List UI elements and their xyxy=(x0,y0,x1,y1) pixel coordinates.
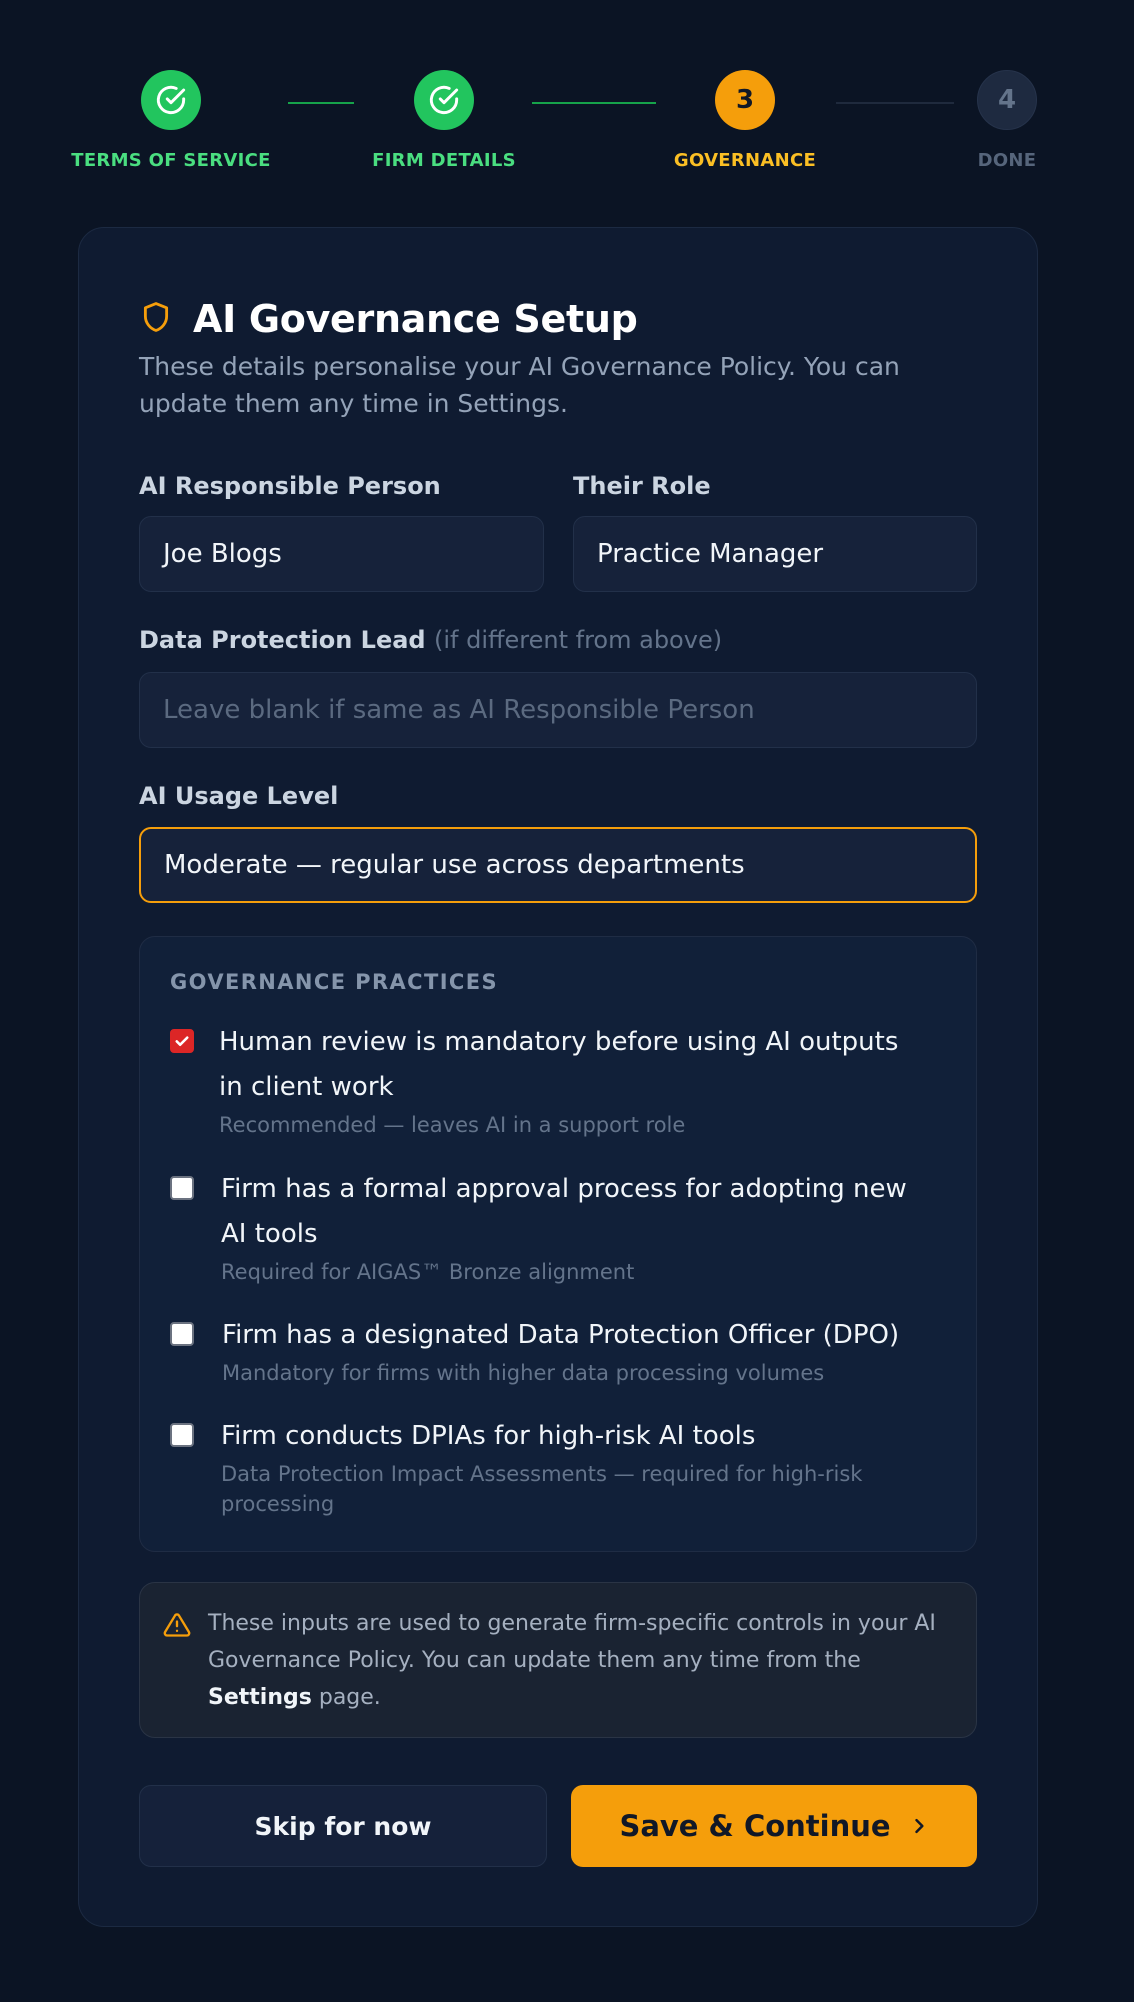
practice-hint: Recommended — leaves AI in a support rol… xyxy=(219,1113,686,1137)
step-governance: 3 GOVERNANCE xyxy=(625,70,865,171)
practice-hint: Data Protection Impact Assessments — req… xyxy=(221,1462,863,1516)
step-label: DONE xyxy=(977,150,1037,171)
practice-hint: Mandatory for firms with higher data pro… xyxy=(222,1361,825,1385)
card-header: AI Governance Setup xyxy=(139,294,977,344)
practice-hint: Required for AIGAS™ Bronze alignment xyxy=(221,1260,635,1284)
step-label: GOVERNANCE xyxy=(673,150,817,171)
save-continue-label: Save & Continue xyxy=(619,1809,891,1843)
progress-stepper: TERMS OF SERVICE FIRM DETAILS 3 GOVERNAN… xyxy=(0,0,1134,180)
practice-approval-process: Firm has a formal approval process for a… xyxy=(170,1167,930,1287)
settings-link: Settings xyxy=(208,1685,312,1710)
practice-checkbox[interactable] xyxy=(170,1176,194,1200)
practice-human-review: Human review is mandatory before using A… xyxy=(170,1020,930,1140)
practice-checkbox[interactable] xyxy=(170,1423,194,1447)
info-note: These inputs are used to generate firm-s… xyxy=(139,1582,977,1738)
step-number: 4 xyxy=(977,70,1037,130)
practice-dpia: Firm conducts DPIAs for high-risk AI too… xyxy=(170,1414,930,1519)
practice-text: Firm has a formal approval process for a… xyxy=(221,1174,907,1249)
step-terms-of-service: TERMS OF SERVICE xyxy=(51,70,291,171)
label-hint: (if different from above) xyxy=(433,626,723,654)
practice-text: Human review is mandatory before using A… xyxy=(219,1027,899,1102)
step-label: TERMS OF SERVICE xyxy=(71,150,271,171)
data-protection-lead-input[interactable]: Leave blank if same as AI Responsible Pe… xyxy=(139,672,977,748)
governance-practices-section: GOVERNANCE PRACTICES Human review is man… xyxy=(139,936,977,1552)
shield-icon xyxy=(139,299,193,339)
checkmark-icon xyxy=(175,1036,189,1047)
role-label: Their Role xyxy=(573,472,711,500)
practice-dpo: Firm has a designated Data Protection Of… xyxy=(170,1313,930,1388)
data-protection-lead-label: Data Protection Lead (if different from … xyxy=(139,626,723,654)
practice-text: Firm has a designated Data Protection Of… xyxy=(222,1320,900,1350)
practice-checkbox[interactable] xyxy=(170,1029,194,1053)
usage-level-select[interactable]: Moderate — regular use across department… xyxy=(139,827,977,903)
role-input[interactable]: Practice Manager xyxy=(573,516,977,592)
step-number: 3 xyxy=(715,70,775,130)
practice-checkbox[interactable] xyxy=(170,1322,194,1346)
step-firm-details: FIRM DETAILS xyxy=(324,70,564,171)
section-heading: GOVERNANCE PRACTICES xyxy=(170,970,499,994)
skip-button[interactable]: Skip for now xyxy=(139,1785,547,1867)
page-subtitle: These details personalise your AI Govern… xyxy=(139,352,900,418)
page-title: AI Governance Setup xyxy=(193,297,638,341)
check-circle-icon xyxy=(414,70,474,130)
check-circle-icon xyxy=(141,70,201,130)
note-text: These inputs are used to generate firm-s… xyxy=(208,1611,936,1710)
practice-text: Firm conducts DPIAs for high-risk AI too… xyxy=(221,1421,756,1451)
step-done: 4 DONE xyxy=(887,70,1127,171)
save-continue-button[interactable]: Save & Continue xyxy=(571,1785,977,1867)
governance-setup-card: AI Governance Setup These details person… xyxy=(78,227,1038,1927)
responsible-person-input[interactable]: Joe Blogs xyxy=(139,516,544,592)
chevron-right-icon xyxy=(891,1809,929,1843)
step-label: FIRM DETAILS xyxy=(372,150,516,171)
usage-level-label: AI Usage Level xyxy=(139,782,339,810)
responsible-person-label: AI Responsible Person xyxy=(139,472,441,500)
